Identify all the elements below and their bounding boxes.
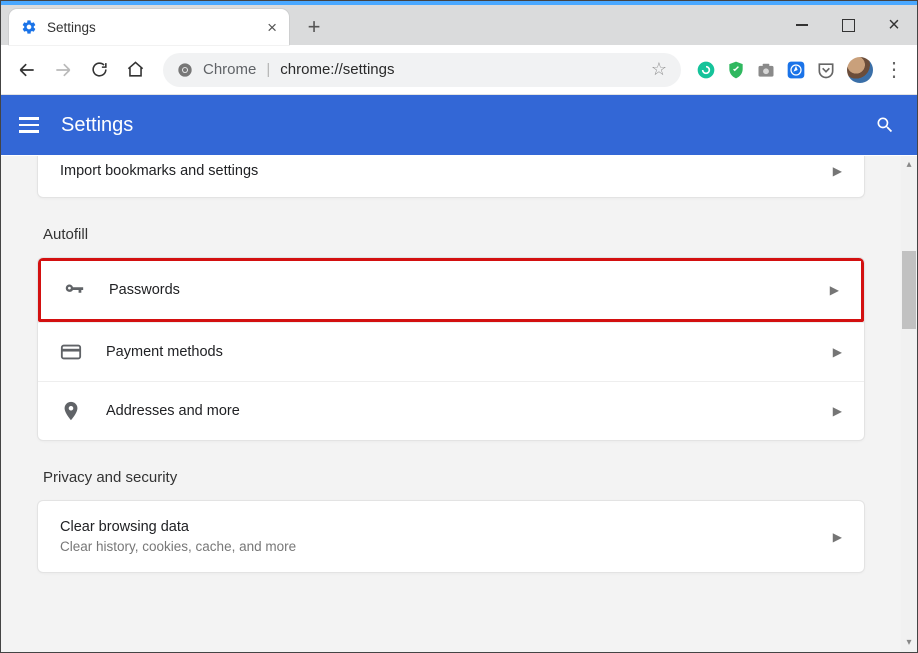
maximize-button[interactable] bbox=[825, 5, 871, 45]
hamburger-menu-icon[interactable] bbox=[19, 111, 47, 139]
key-icon bbox=[63, 279, 85, 301]
settings-header: Settings bbox=[1, 95, 917, 155]
arrow-right-icon bbox=[53, 60, 73, 80]
settings-content: Import bookmarks and settings ▶ Autofill… bbox=[1, 156, 901, 641]
ext-camera-icon[interactable] bbox=[753, 57, 779, 83]
card-autofill: Passwords ▶ Payment methods ▶ Addresses … bbox=[37, 257, 865, 441]
row-passwords[interactable]: Passwords ▶ bbox=[38, 258, 864, 322]
arrow-left-icon bbox=[17, 60, 37, 80]
reload-icon bbox=[90, 60, 109, 79]
row-import-bookmarks[interactable]: Import bookmarks and settings ▶ bbox=[38, 156, 864, 197]
chevron-right-icon: ▶ bbox=[833, 164, 842, 178]
bookmark-star-icon[interactable]: ☆ bbox=[651, 59, 667, 80]
omnibox-url: chrome://settings bbox=[280, 61, 641, 78]
card-import: Import bookmarks and settings ▶ bbox=[37, 156, 865, 198]
row-clear-browsing-data[interactable]: Clear browsing data Clear history, cooki… bbox=[38, 501, 864, 572]
kebab-menu-icon[interactable]: ⋮ bbox=[881, 57, 907, 83]
window-controls: × bbox=[779, 5, 917, 45]
home-icon bbox=[126, 60, 145, 79]
row-label: Clear browsing data bbox=[60, 519, 809, 535]
omnibox[interactable]: Chrome | chrome://settings ☆ bbox=[163, 53, 681, 87]
chevron-right-icon: ▶ bbox=[830, 283, 839, 297]
row-label: Addresses and more bbox=[106, 403, 809, 419]
ext-grammarly-icon[interactable] bbox=[693, 57, 719, 83]
browser-tab[interactable]: Settings × bbox=[9, 9, 289, 45]
close-tab-icon[interactable]: × bbox=[267, 19, 277, 36]
pin-icon bbox=[60, 400, 82, 422]
settings-title: Settings bbox=[61, 114, 133, 137]
home-button[interactable] bbox=[119, 54, 151, 86]
row-payment-methods[interactable]: Payment methods ▶ bbox=[38, 322, 864, 381]
search-button[interactable] bbox=[871, 111, 899, 139]
browser-toolbar: Chrome | chrome://settings ☆ ⋮ bbox=[1, 45, 917, 95]
new-tab-button[interactable]: + bbox=[299, 12, 329, 42]
scroll-down-icon[interactable]: ▾ bbox=[903, 637, 915, 649]
reload-button[interactable] bbox=[83, 54, 115, 86]
scrollbar-track[interactable]: ▴ ▾ bbox=[901, 156, 917, 652]
chevron-right-icon: ▶ bbox=[833, 345, 842, 359]
tab-strip: Settings × + × bbox=[1, 5, 917, 45]
minimize-button[interactable] bbox=[779, 5, 825, 45]
card-icon bbox=[60, 341, 82, 363]
ext-compass-icon[interactable] bbox=[783, 57, 809, 83]
row-label-group: Clear browsing data Clear history, cooki… bbox=[60, 519, 809, 554]
settings-viewport: ▴ ▾ Import bookmarks and settings ▶ Auto… bbox=[1, 156, 917, 652]
profile-avatar[interactable] bbox=[847, 57, 873, 83]
section-title-autofill: Autofill bbox=[43, 226, 859, 243]
row-label: Passwords bbox=[109, 282, 806, 298]
back-button[interactable] bbox=[11, 54, 43, 86]
close-window-button[interactable]: × bbox=[871, 5, 917, 45]
card-privacy: Clear browsing data Clear history, cooki… bbox=[37, 500, 865, 573]
scrollbar-thumb[interactable] bbox=[902, 251, 916, 329]
search-icon bbox=[875, 115, 895, 135]
row-label: Import bookmarks and settings bbox=[60, 163, 809, 179]
tab-title: Settings bbox=[47, 20, 257, 35]
row-label: Payment methods bbox=[106, 344, 809, 360]
gear-icon bbox=[21, 19, 37, 35]
omnibox-sep: | bbox=[266, 61, 270, 78]
scroll-up-icon[interactable]: ▴ bbox=[903, 159, 915, 171]
chrome-icon bbox=[177, 62, 193, 78]
forward-button bbox=[47, 54, 79, 86]
chevron-right-icon: ▶ bbox=[833, 404, 842, 418]
section-title-privacy: Privacy and security bbox=[43, 469, 859, 486]
row-sublabel: Clear history, cookies, cache, and more bbox=[60, 539, 809, 554]
omnibox-prefix: Chrome bbox=[203, 61, 256, 78]
chevron-right-icon: ▶ bbox=[833, 530, 842, 544]
ext-pocket-icon[interactable] bbox=[813, 57, 839, 83]
ext-shield-icon[interactable] bbox=[723, 57, 749, 83]
row-addresses[interactable]: Addresses and more ▶ bbox=[38, 381, 864, 440]
